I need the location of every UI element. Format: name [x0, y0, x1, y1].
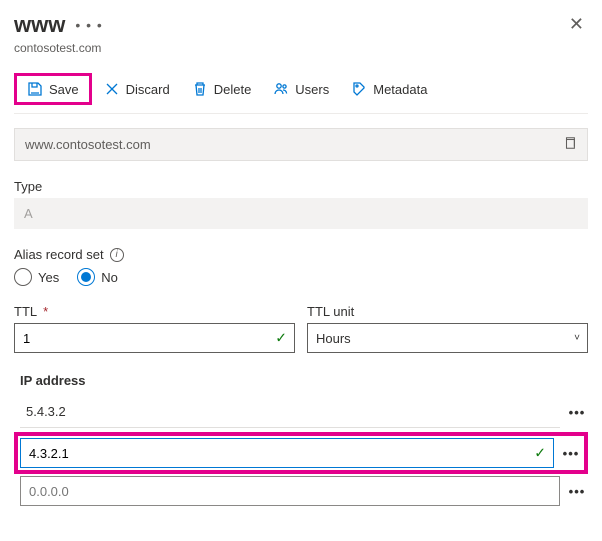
alias-radio-group: Yes No [14, 268, 588, 286]
chevron-down-icon: ˅ [574, 333, 580, 344]
type-value: A [14, 198, 588, 229]
page-title: www [14, 12, 65, 38]
discard-label: Discard [126, 82, 170, 97]
alias-label: Alias record set i [14, 247, 588, 262]
ip-value[interactable]: 5.4.3.2 [20, 396, 560, 428]
discard-button[interactable]: Discard [94, 76, 180, 102]
users-icon [273, 81, 289, 97]
users-label: Users [295, 82, 329, 97]
row-menu-icon[interactable]: ••• [566, 405, 588, 420]
ip-row-editing: ✓ ••• [20, 438, 582, 468]
fqdn-display: www.contosotest.com [14, 128, 588, 161]
metadata-icon [351, 81, 367, 97]
breadcrumb: contosotest.com [14, 41, 588, 55]
type-label: Type [14, 179, 588, 194]
ttl-input[interactable] [14, 323, 295, 353]
ttl-unit-select[interactable]: Hours [307, 323, 588, 353]
delete-label: Delete [214, 82, 252, 97]
save-label: Save [49, 82, 79, 97]
copy-icon[interactable] [563, 136, 577, 153]
save-button[interactable]: Save [14, 73, 92, 105]
users-button[interactable]: Users [263, 76, 339, 102]
check-icon: ✓ [275, 330, 287, 347]
toolbar: Save Discard Delete Users Metadata [14, 69, 588, 114]
radio-yes-label: Yes [38, 270, 59, 285]
alias-radio-no[interactable]: No [77, 268, 118, 286]
ip-input[interactable] [20, 438, 554, 468]
check-icon: ✓ [534, 445, 546, 462]
ip-row-new: ••• [14, 476, 588, 506]
alias-radio-yes[interactable]: Yes [14, 268, 59, 286]
info-icon[interactable]: i [110, 248, 124, 262]
fqdn-text: www.contosotest.com [25, 137, 151, 152]
metadata-label: Metadata [373, 82, 427, 97]
metadata-button[interactable]: Metadata [341, 76, 437, 102]
row-menu-icon[interactable]: ••• [566, 484, 588, 499]
radio-no-label: No [101, 270, 118, 285]
discard-icon [104, 81, 120, 97]
ttl-label: TTL* [14, 304, 295, 319]
ip-section-label: IP address [20, 373, 588, 388]
ttl-unit-label: TTL unit [307, 304, 588, 319]
delete-icon [192, 81, 208, 97]
ip-new-input[interactable] [20, 476, 560, 506]
ip-row: 5.4.3.2 ••• [14, 396, 588, 428]
close-icon[interactable]: ✕ [565, 10, 588, 39]
save-icon [27, 81, 43, 97]
title-more-icon[interactable]: • • • [75, 17, 102, 33]
row-menu-icon[interactable]: ••• [560, 446, 582, 461]
delete-button[interactable]: Delete [182, 76, 262, 102]
